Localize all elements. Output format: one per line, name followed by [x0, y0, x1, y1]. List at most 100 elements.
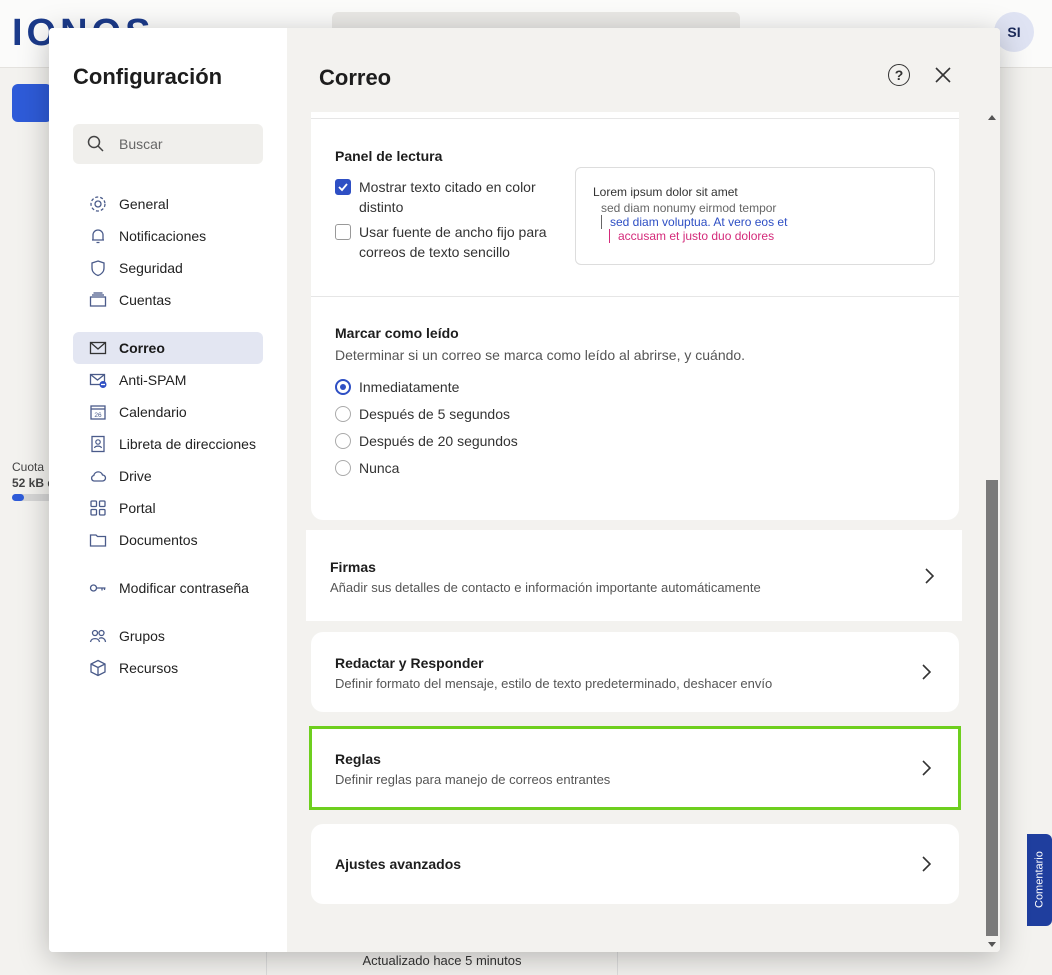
- search-input[interactable]: [119, 136, 249, 152]
- radio-unselected[interactable]: [335, 459, 351, 476]
- quota-label: Cuota: [12, 460, 45, 474]
- gear-icon: [88, 194, 108, 214]
- help-button[interactable]: ?: [888, 64, 910, 86]
- card-advanced-settings[interactable]: Ajustes avanzados: [311, 824, 959, 904]
- radio-5-seconds[interactable]: Después de 5 segundos: [335, 400, 518, 427]
- group-icon: [88, 626, 108, 646]
- sidebar-item-label: Grupos: [119, 628, 165, 644]
- divider: [311, 118, 959, 119]
- sidebar-item-antispam[interactable]: Anti-SPAM: [73, 364, 263, 396]
- divider: [311, 296, 959, 297]
- preview-line: Lorem ipsum dolor sit amet: [593, 185, 738, 199]
- sidebar-item-resources[interactable]: Recursos: [73, 652, 263, 684]
- card-title: Redactar y Responder: [335, 655, 484, 671]
- radio-unselected[interactable]: [335, 405, 351, 422]
- sidebar-item-label: Seguridad: [119, 260, 183, 276]
- mark-read-description: Determinar si un correo se marca como le…: [335, 347, 746, 363]
- mail-settings-card: Panel de lectura Mostrar texto citado en…: [311, 112, 959, 520]
- preview-line: sed diam nonumy eirmod tempor: [601, 201, 777, 215]
- compose-button[interactable]: [12, 84, 52, 122]
- radio-never[interactable]: Nunca: [335, 454, 518, 481]
- card-title: Firmas: [330, 559, 376, 575]
- calendar-icon-day: 26: [94, 412, 102, 419]
- card-description: Definir formato del mensaje, estilo de t…: [335, 676, 773, 691]
- scroll-up-arrow-icon[interactable]: [988, 115, 996, 120]
- sidebar-item-portal[interactable]: Portal: [73, 492, 263, 524]
- sidebar-item-label: Portal: [119, 500, 156, 516]
- folder-icon: [88, 530, 108, 550]
- scrollbar[interactable]: [985, 112, 999, 952]
- sidebar-item-label: Drive: [119, 468, 152, 484]
- sidebar-item-security[interactable]: Seguridad: [73, 252, 263, 284]
- checkbox-fixed-width-font[interactable]: Usar fuente de ancho fijo para correos de…: [335, 222, 565, 262]
- question-icon: ?: [894, 67, 904, 83]
- close-button[interactable]: [932, 64, 954, 86]
- card-description: Definir reglas para manejo de correos en…: [335, 772, 611, 787]
- card-signatures[interactable]: Firmas Añadir sus detalles de contacto e…: [306, 530, 962, 621]
- radio-20-seconds[interactable]: Después de 20 segundos: [335, 427, 518, 454]
- scroll-down-arrow-icon[interactable]: [988, 942, 996, 947]
- checkbox-unchecked[interactable]: [335, 224, 351, 240]
- chevron-right-icon: [925, 568, 934, 584]
- sidebar-item-label: Cuentas: [119, 292, 172, 308]
- sidebar-item-calendar[interactable]: 26 Calendario: [73, 396, 263, 428]
- card-title: Reglas: [335, 751, 381, 767]
- card-rules[interactable]: Reglas Definir reglas para manejo de cor…: [309, 726, 961, 810]
- preview-line: sed diam voluptua. At vero eos et: [601, 215, 934, 229]
- checkbox-label: Mostrar texto citado en color distinto: [359, 179, 536, 215]
- card-title: Ajustes avanzados: [335, 856, 462, 872]
- card-description: Añadir sus detalles de contacto e inform…: [330, 580, 761, 595]
- grid-icon: [88, 498, 108, 518]
- mark-read-options: Inmediatamente Después de 5 segundos Des…: [335, 373, 518, 481]
- settings-dialog: Configuración General Notificaciones Seg…: [49, 28, 1000, 952]
- sidebar-item-notifications[interactable]: Notificaciones: [73, 220, 263, 252]
- sidebar-item-label: Libreta de direcciones: [119, 436, 256, 452]
- content-header: Correo ?: [287, 28, 1000, 112]
- preview-line: accusam et justo duo dolores: [609, 229, 934, 243]
- check-icon: [338, 183, 348, 192]
- sidebar-item-label: Recursos: [119, 660, 179, 676]
- sidebar-item-groups[interactable]: Grupos: [73, 620, 263, 652]
- checkbox-colored-quotes[interactable]: Mostrar texto citado en color distinto: [335, 177, 555, 217]
- card-compose-reply[interactable]: Redactar y Responder Definir formato del…: [311, 632, 959, 712]
- accounts-icon: [88, 290, 108, 310]
- sidebar-item-accounts[interactable]: Cuentas: [73, 284, 263, 316]
- settings-search[interactable]: [73, 124, 263, 164]
- chevron-right-icon: [922, 856, 931, 872]
- page-title: Correo: [319, 65, 392, 90]
- sidebar-item-label: Modificar contraseña: [119, 580, 249, 596]
- bell-icon: [88, 226, 108, 246]
- sidebar-item-label: Documentos: [119, 532, 198, 548]
- quota-bar: [12, 494, 52, 501]
- sidebar-item-general[interactable]: General: [73, 188, 263, 220]
- sidebar-item-documents[interactable]: Documentos: [73, 524, 263, 556]
- radio-immediately[interactable]: Inmediatamente: [335, 373, 518, 400]
- close-icon: [935, 67, 951, 83]
- search-icon: [87, 135, 105, 153]
- sidebar-item-label: Notificaciones: [119, 228, 207, 244]
- sidebar-item-mail[interactable]: Correo: [73, 332, 263, 364]
- sidebar-item-addressbook[interactable]: Libreta de direcciones: [73, 428, 263, 460]
- checkbox-checked[interactable]: [335, 179, 351, 195]
- calendar-icon: 26: [88, 402, 108, 422]
- sidebar-item-drive[interactable]: Drive: [73, 460, 263, 492]
- radio-unselected[interactable]: [335, 432, 351, 449]
- settings-content: Correo ? Panel de lectura Mostrar texto …: [287, 28, 1000, 952]
- sidebar-item-change-password[interactable]: Modificar contraseña: [73, 572, 263, 604]
- sidebar-item-label: General: [119, 196, 169, 212]
- radio-label: Después de 20 segundos: [359, 432, 518, 449]
- radio-selected[interactable]: [335, 378, 351, 395]
- quote-preview: Lorem ipsum dolor sit amet sed diam nonu…: [575, 167, 935, 265]
- key-icon: [88, 578, 108, 598]
- feedback-button[interactable]: Comentario: [1027, 834, 1052, 926]
- chevron-right-icon: [922, 664, 931, 680]
- radio-label: Después de 5 segundos: [359, 405, 510, 422]
- settings-sidebar: Configuración General Notificaciones Seg…: [49, 28, 287, 952]
- avatar[interactable]: SI: [994, 12, 1034, 52]
- cube-icon: [88, 658, 108, 678]
- settings-nav: General Notificaciones Seguridad Cuentas…: [73, 188, 263, 684]
- chevron-right-icon: [922, 760, 931, 776]
- sidebar-item-label: Anti-SPAM: [119, 372, 187, 388]
- settings-scroll-area[interactable]: Panel de lectura Mostrar texto citado en…: [287, 112, 1000, 952]
- scroll-thumb[interactable]: [986, 480, 998, 936]
